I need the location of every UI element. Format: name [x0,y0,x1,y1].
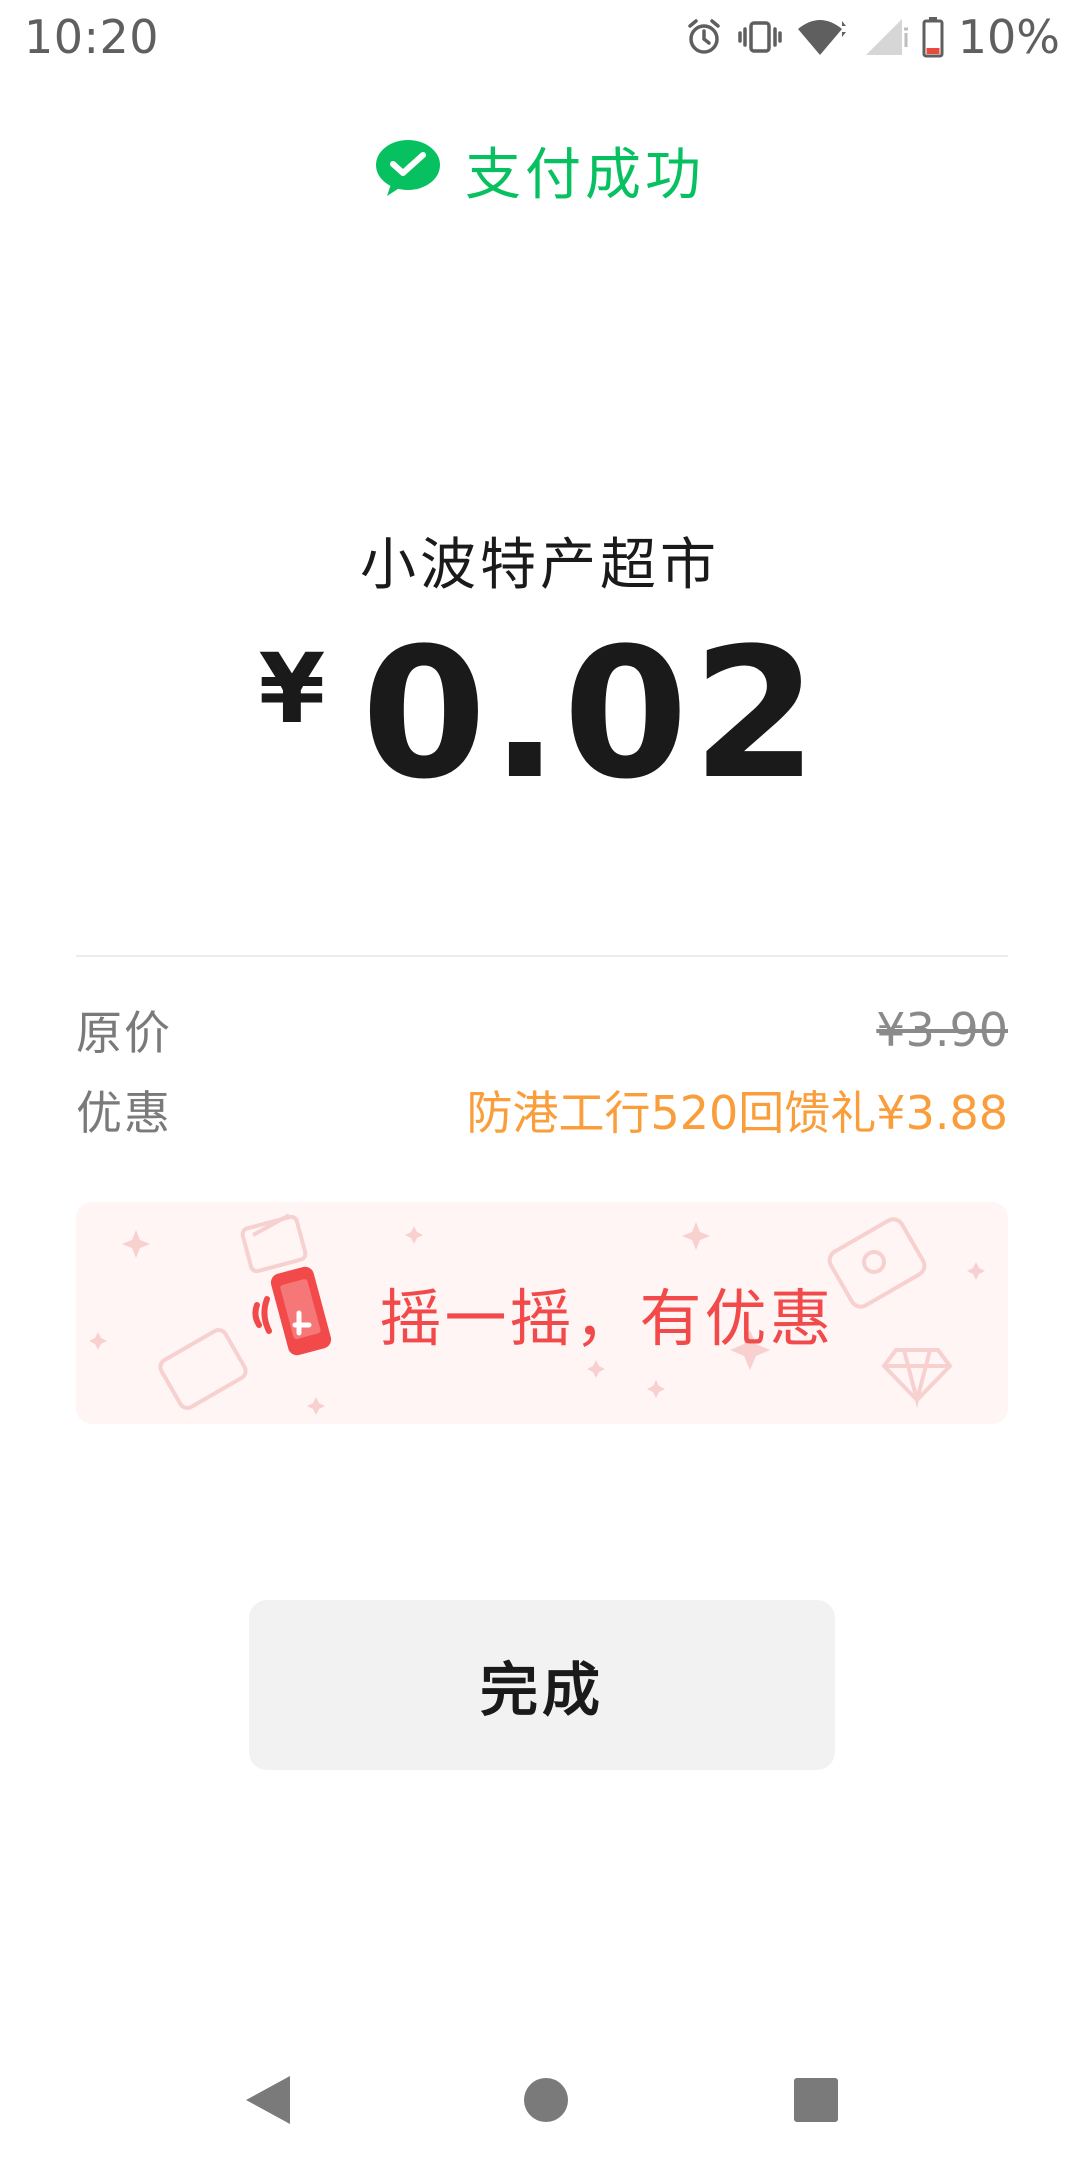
discount-label: 优惠 [76,1086,172,1140]
vibrate-icon [738,17,782,57]
payment-status-header: 支付成功 [0,130,1080,210]
home-icon[interactable] [516,2070,576,2134]
discount-value: 防港工行520回馈礼¥3.88 [466,1086,1009,1140]
battery-percentage: 10% [957,10,1060,64]
battery-icon [922,16,944,58]
navigation-bar [0,2040,1080,2160]
original-price-value: ¥3.90 [876,1003,1008,1057]
amount-value: 0.02 [361,610,822,819]
wifi-icon [796,17,848,57]
merchant-name: 小波特产超市 [360,533,720,598]
currency-symbol: ¥ [258,633,326,745]
recents-icon[interactable] [786,2070,846,2134]
signal-icon [862,17,908,57]
shake-phone-icon [249,1259,353,1367]
divider [76,955,1008,957]
shake-promo-banner[interactable]: 摇一摇，有优惠 [76,1202,1008,1424]
alarm-icon [684,17,724,57]
payment-success-screen: 10:20 10% 支付成功 小波特产超市 ¥ 0.02 原价 ¥3.90 优惠… [0,0,1080,2160]
payment-success-title: 支付成功 [465,142,705,208]
discount-row: 优惠 防港工行520回馈礼¥3.88 [76,1075,1008,1145]
status-icons: 10% [684,10,1060,64]
shake-promo-content: 摇一摇，有优惠 [76,1202,1008,1424]
original-price-label: 原价 [76,1006,172,1060]
back-icon[interactable] [240,2070,300,2134]
done-button[interactable]: 完成 [249,1600,835,1770]
original-price-row: 原价 ¥3.90 [76,995,1008,1065]
shake-promo-text: 摇一摇，有优惠 [379,1282,835,1355]
wechat-pay-icon [375,138,441,202]
status-bar: 10:20 10% [0,0,1080,72]
status-time: 10:20 [24,10,160,64]
payment-amount: ¥ 0.02 [0,625,1080,805]
